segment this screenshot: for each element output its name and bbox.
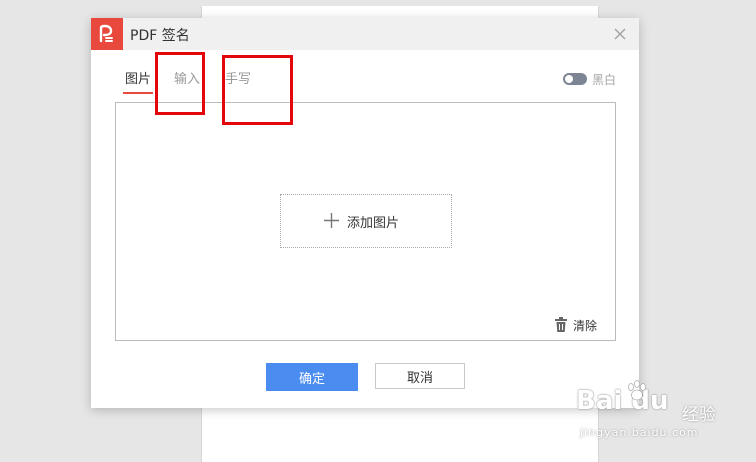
baidu-watermark: Bai du 经验 jingyan.baidu.com: [576, 374, 748, 446]
cancel-button[interactable]: 取消: [375, 363, 465, 389]
confirm-button[interactable]: 确定: [266, 363, 358, 391]
add-image-label: 添加图片: [347, 216, 400, 231]
toggle-switch[interactable]: [563, 73, 587, 85]
watermark-url: jingyan.baidu.com: [580, 426, 699, 439]
add-image-button[interactable]: 添加图片: [280, 194, 452, 248]
pdf-logo-icon: [91, 18, 123, 50]
plus-icon: [324, 213, 339, 228]
annotation-box-handwrite-tab: [222, 55, 293, 125]
annotation-box-input-tab: [155, 52, 205, 115]
paw-icon: [628, 380, 646, 401]
dialog-titlebar: PDF 签名: [91, 18, 639, 50]
watermark-logo: Bai du: [576, 386, 669, 416]
dialog-title: PDF 签名: [130, 28, 190, 44]
tab-image[interactable]: 图片: [125, 66, 151, 94]
trash-icon: [555, 317, 567, 332]
toggle-knob: [565, 75, 573, 83]
active-tab-indicator: [123, 92, 153, 94]
close-icon: [614, 28, 626, 40]
watermark-text: 经验: [682, 405, 716, 425]
toggle-label: 黑白: [592, 73, 617, 87]
close-button[interactable]: [611, 25, 629, 43]
clear-label: 清除: [573, 319, 598, 333]
signature-canvas: 添加图片 清除: [115, 102, 616, 341]
